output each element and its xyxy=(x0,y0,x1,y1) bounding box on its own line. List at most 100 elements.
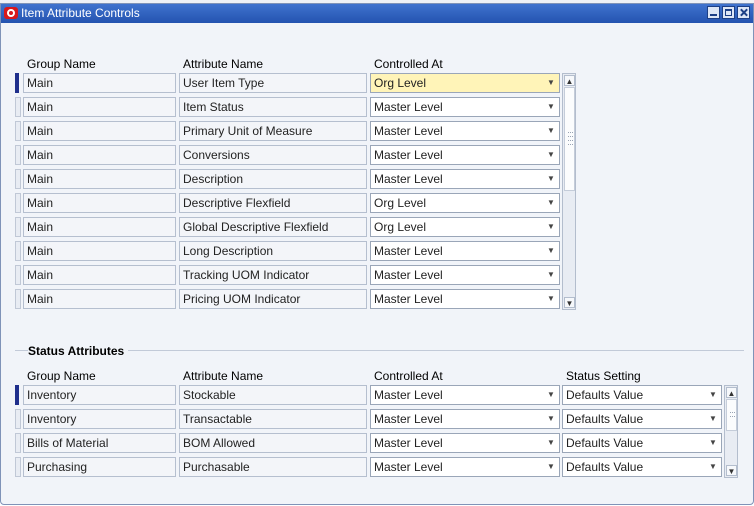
attribute-field[interactable]: Primary Unit of Measure xyxy=(179,121,367,141)
attribute-field[interactable]: Pricing UOM Indicator xyxy=(179,289,367,309)
chevron-down-icon[interactable]: ▼ xyxy=(708,389,718,401)
column-header-attribute: Attribute Name xyxy=(183,57,264,71)
record-indicator[interactable] xyxy=(15,409,21,429)
record-indicator[interactable] xyxy=(15,193,21,213)
group-field[interactable]: Main xyxy=(23,193,176,213)
chevron-down-icon[interactable]: ▼ xyxy=(546,269,556,281)
chevron-down-icon[interactable]: ▼ xyxy=(708,437,718,449)
scroll-grip xyxy=(568,136,573,138)
status-select[interactable]: Defaults Value ▼ xyxy=(562,385,722,405)
status-value: Defaults Value xyxy=(566,388,644,402)
chevron-down-icon[interactable]: ▼ xyxy=(546,437,556,449)
title-bar[interactable]: Item Attribute Controls xyxy=(1,4,753,23)
attribute-field[interactable]: Global Descriptive Flexfield xyxy=(179,217,367,237)
attribute-field[interactable]: Conversions xyxy=(179,145,367,165)
group-field[interactable]: Purchasing xyxy=(23,457,176,477)
attribute-field[interactable]: BOM Allowed xyxy=(179,433,367,453)
controlled-select[interactable]: Master Level ▼ xyxy=(370,289,560,309)
scroll-thumb[interactable] xyxy=(726,399,737,431)
scroll-up-arrow-icon[interactable]: ▲ xyxy=(726,387,737,398)
chevron-down-icon[interactable]: ▼ xyxy=(546,221,556,233)
chevron-down-icon[interactable]: ▼ xyxy=(546,77,556,89)
controlled-select[interactable]: Master Level ▼ xyxy=(370,169,560,189)
status-value: Defaults Value xyxy=(566,436,644,450)
attribute-field[interactable]: Descriptive Flexfield xyxy=(179,193,367,213)
record-indicator[interactable] xyxy=(15,265,21,285)
group-field[interactable]: Main xyxy=(23,73,176,93)
attribute-table-scrollbar[interactable]: ▲ ▼ xyxy=(562,73,576,310)
record-indicator[interactable] xyxy=(15,169,21,189)
chevron-down-icon[interactable]: ▼ xyxy=(546,293,556,305)
record-indicator[interactable] xyxy=(15,97,21,117)
status-select[interactable]: Defaults Value ▼ xyxy=(562,457,722,477)
attribute-field[interactable]: Purchasable xyxy=(179,457,367,477)
chevron-down-icon[interactable]: ▼ xyxy=(708,413,718,425)
controlled-select[interactable]: Master Level ▼ xyxy=(370,145,560,165)
chevron-down-icon[interactable]: ▼ xyxy=(546,101,556,113)
group-field[interactable]: Main xyxy=(23,265,176,285)
status-value: Defaults Value xyxy=(566,460,644,474)
controlled-select[interactable]: Master Level ▼ xyxy=(370,265,560,285)
window-title: Item Attribute Controls xyxy=(21,6,140,20)
record-indicator[interactable] xyxy=(15,289,21,309)
maximize-icon[interactable] xyxy=(722,6,735,19)
record-indicator[interactable] xyxy=(15,73,19,93)
record-indicator[interactable] xyxy=(15,433,21,453)
controlled-select[interactable]: Master Level ▼ xyxy=(370,385,560,405)
controlled-select[interactable]: Master Level ▼ xyxy=(370,241,560,261)
record-indicator[interactable] xyxy=(15,217,21,237)
chevron-down-icon[interactable]: ▼ xyxy=(546,461,556,473)
scroll-thumb[interactable] xyxy=(564,87,575,191)
record-indicator[interactable] xyxy=(15,121,21,141)
controlled-select[interactable]: Master Level ▼ xyxy=(370,433,560,453)
chevron-down-icon[interactable]: ▼ xyxy=(546,245,556,257)
controlled-select[interactable]: Master Level ▼ xyxy=(370,409,560,429)
chevron-down-icon[interactable]: ▼ xyxy=(546,197,556,209)
controlled-select[interactable]: Master Level ▼ xyxy=(370,457,560,477)
attribute-field[interactable]: Stockable xyxy=(179,385,367,405)
record-indicator[interactable] xyxy=(15,457,21,477)
attribute-field[interactable]: Tracking UOM Indicator xyxy=(179,265,367,285)
chevron-down-icon[interactable]: ▼ xyxy=(546,173,556,185)
controlled-value: Master Level xyxy=(374,148,443,162)
status-table-scrollbar[interactable]: ▲ ▼ xyxy=(724,385,738,478)
controlled-select[interactable]: Master Level ▼ xyxy=(370,97,560,117)
chevron-down-icon[interactable]: ▼ xyxy=(546,413,556,425)
group-field[interactable]: Main xyxy=(23,241,176,261)
group-field[interactable]: Main xyxy=(23,169,176,189)
controlled-value: Org Level xyxy=(374,220,427,234)
attribute-field[interactable]: Description xyxy=(179,169,367,189)
scroll-up-arrow-icon[interactable]: ▲ xyxy=(564,75,575,86)
group-field[interactable]: Main xyxy=(23,121,176,141)
group-field[interactable]: Main xyxy=(23,217,176,237)
chevron-down-icon[interactable]: ▼ xyxy=(546,125,556,137)
controlled-select[interactable]: Org Level ▼ xyxy=(370,217,560,237)
group-field[interactable]: Inventory xyxy=(23,385,176,405)
controlled-value: Org Level xyxy=(374,196,427,210)
record-indicator[interactable] xyxy=(15,385,19,405)
minimize-icon[interactable] xyxy=(707,6,720,19)
status-select[interactable]: Defaults Value ▼ xyxy=(562,409,722,429)
close-icon[interactable] xyxy=(737,6,750,19)
controlled-select[interactable]: Org Level ▼ xyxy=(370,73,560,93)
attribute-field[interactable]: Long Description xyxy=(179,241,367,261)
controlled-value: Org Level xyxy=(374,74,426,92)
controlled-select[interactable]: Master Level ▼ xyxy=(370,121,560,141)
record-indicator[interactable] xyxy=(15,241,21,261)
scroll-down-arrow-icon[interactable]: ▼ xyxy=(726,465,737,476)
attribute-field[interactable]: Item Status xyxy=(179,97,367,117)
group-field[interactable]: Main xyxy=(23,145,176,165)
chevron-down-icon[interactable]: ▼ xyxy=(708,461,718,473)
controlled-select[interactable]: Org Level ▼ xyxy=(370,193,560,213)
attribute-field[interactable]: User Item Type xyxy=(179,73,367,93)
chevron-down-icon[interactable]: ▼ xyxy=(546,149,556,161)
scroll-down-arrow-icon[interactable]: ▼ xyxy=(564,297,575,308)
group-field[interactable]: Main xyxy=(23,289,176,309)
group-field[interactable]: Bills of Material xyxy=(23,433,176,453)
chevron-down-icon[interactable]: ▼ xyxy=(546,389,556,401)
group-field[interactable]: Inventory xyxy=(23,409,176,429)
group-field[interactable]: Main xyxy=(23,97,176,117)
record-indicator[interactable] xyxy=(15,145,21,165)
attribute-field[interactable]: Transactable xyxy=(179,409,367,429)
status-select[interactable]: Defaults Value ▼ xyxy=(562,433,722,453)
